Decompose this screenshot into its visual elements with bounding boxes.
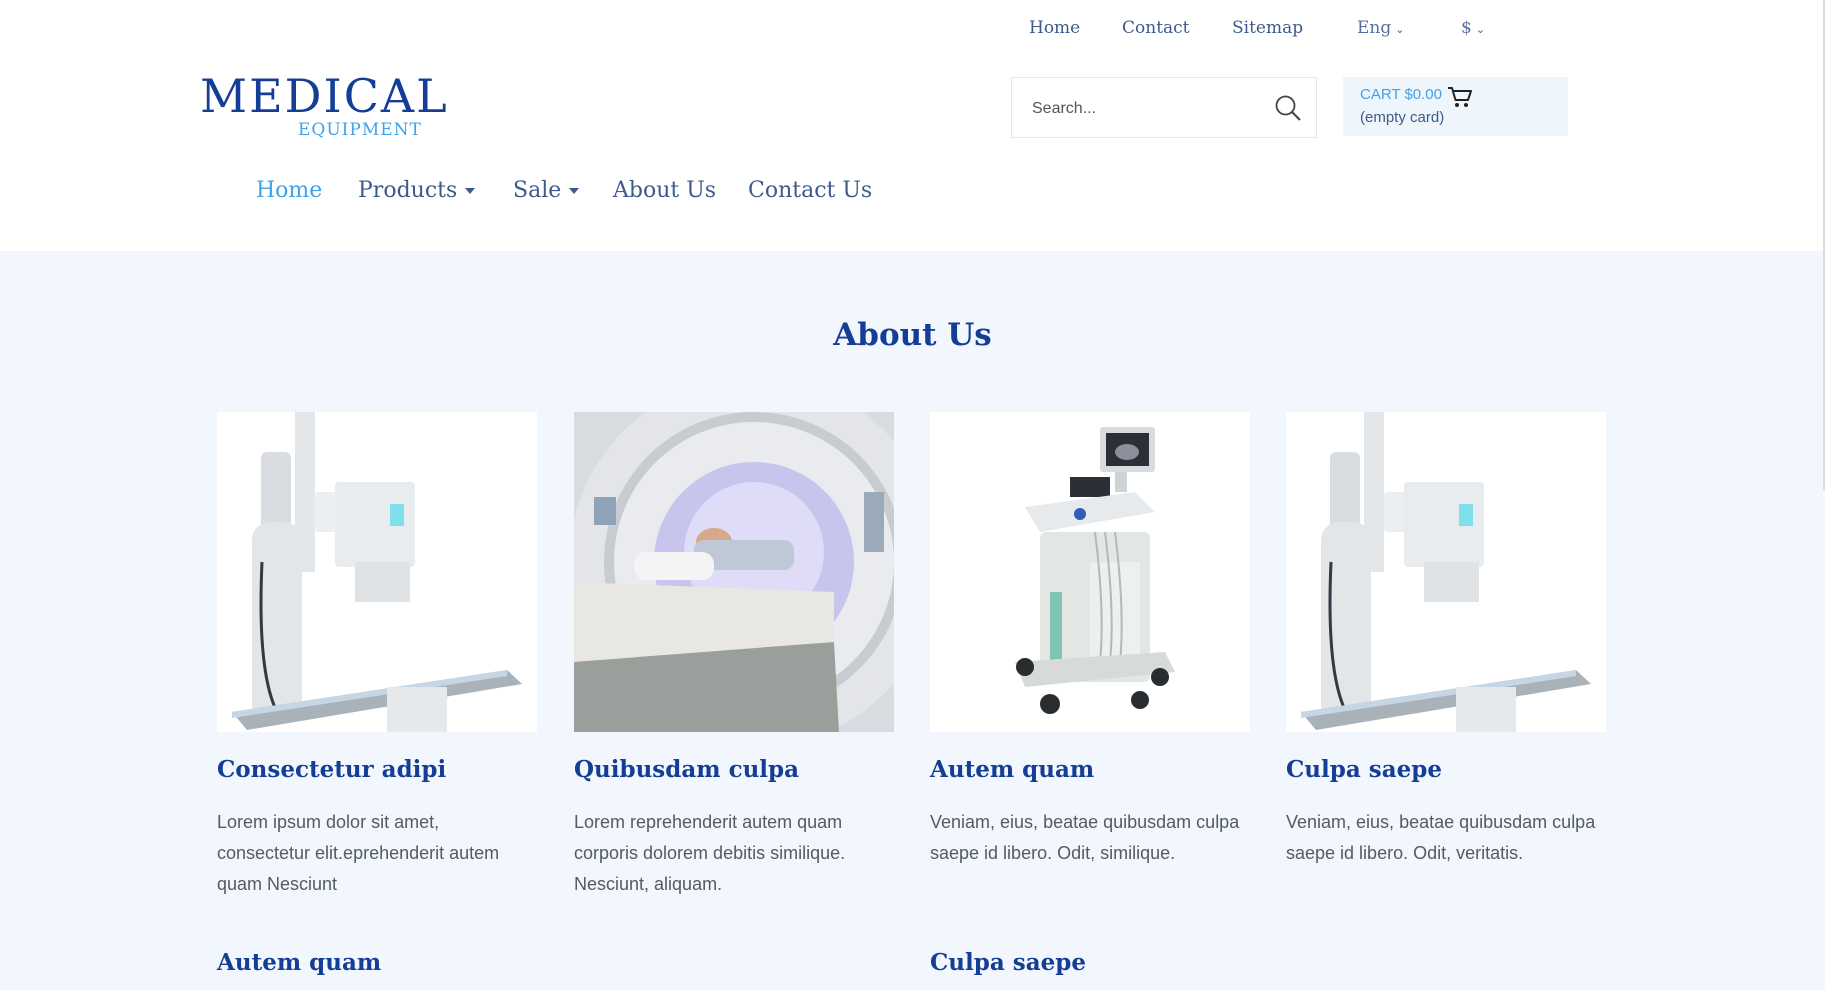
- nav-item-products[interactable]: Products: [358, 178, 476, 203]
- currency-selector[interactable]: $ ⌄: [1461, 18, 1485, 38]
- card-text: Veniam, eius, beatae quibusdam culpa sae…: [930, 812, 1240, 863]
- search-icon[interactable]: [1274, 94, 1302, 122]
- cart-status: (empty card): [1360, 109, 1445, 126]
- card-title: Culpa saepe: [1286, 756, 1442, 783]
- nav-item-contact-us[interactable]: Contact Us: [748, 178, 872, 203]
- card-text: Lorem reprehenderit autem quam corporis …: [574, 812, 846, 894]
- search-input[interactable]: [1030, 94, 1264, 124]
- language-value: Eng: [1357, 18, 1392, 38]
- nav-item-label: Home: [256, 178, 323, 203]
- nav-item-about-us[interactable]: About Us: [613, 178, 716, 203]
- chevron-down-icon: ⌄: [1475, 23, 1486, 36]
- currency-value: $: [1461, 18, 1472, 38]
- card-title: Culpa saepe: [930, 949, 1086, 976]
- nav-item-label: About Us: [613, 178, 717, 203]
- about-section: About Us Consectetur adipi Lorem ipsum d…: [0, 251, 1825, 990]
- about-card: Quibusdam culpa Lorem reprehenderit aute…: [574, 412, 894, 894]
- nav-item-sale[interactable]: Sale: [513, 178, 580, 203]
- topnav-contact-link[interactable]: Contact: [1122, 18, 1190, 38]
- chevron-down-icon: ⌄: [1395, 23, 1405, 36]
- nav-item-home[interactable]: Home: [256, 178, 322, 203]
- card-title: Autem quam: [217, 949, 382, 976]
- cart-widget[interactable]: CART $0.00 (empty card): [1343, 77, 1568, 136]
- card-text: Lorem ipsum dolor sit amet, consectetur …: [217, 812, 500, 894]
- card-text: Veniam, eius, beatae quibusdam culpa sae…: [1286, 812, 1596, 863]
- cart-total: CART $0.00: [1360, 86, 1442, 103]
- search-box: [1011, 77, 1317, 138]
- card-title: Quibusdam culpa: [574, 756, 800, 783]
- x-ray-machine-image: [1286, 412, 1606, 732]
- nav-item-label: Sale: [513, 178, 562, 203]
- site-header: Home Contact Sitemap Eng ⌄ $ ⌄ MEDICAL EQU…: [0, 0, 1825, 251]
- about-card: Culpa saepe Veniam, eius, beatae quibusd…: [1286, 412, 1606, 863]
- x-ray-machine-image: [217, 412, 537, 732]
- caret-down-icon: [465, 188, 476, 194]
- about-card: Consectetur adipi Lorem ipsum dolor sit …: [217, 412, 537, 894]
- site-logo[interactable]: MEDICAL EQUIPMENT: [200, 69, 449, 140]
- caret-down-icon: [569, 188, 580, 194]
- cart-icon: [1448, 87, 1472, 107]
- ultrasound-cart-image: [930, 412, 1250, 732]
- about-card: Autem quam Veniam, eius, beatae quibusda…: [930, 412, 1250, 863]
- mri-scanner-image: [574, 412, 894, 732]
- section-title: About Us: [833, 317, 992, 353]
- language-selector[interactable]: Eng ⌄: [1357, 18, 1404, 38]
- logo-main-text: MEDICAL: [200, 69, 449, 123]
- logo-sub-text: EQUIPMENT: [298, 120, 422, 140]
- nav-item-label: Products: [358, 178, 458, 203]
- nav-item-label: Contact Us: [748, 178, 873, 203]
- card-title: Autem quam: [930, 756, 1095, 783]
- topnav-home-link[interactable]: Home: [1029, 18, 1080, 38]
- card-title: Consectetur adipi: [217, 756, 447, 783]
- topnav-sitemap-link[interactable]: Sitemap: [1232, 18, 1303, 38]
